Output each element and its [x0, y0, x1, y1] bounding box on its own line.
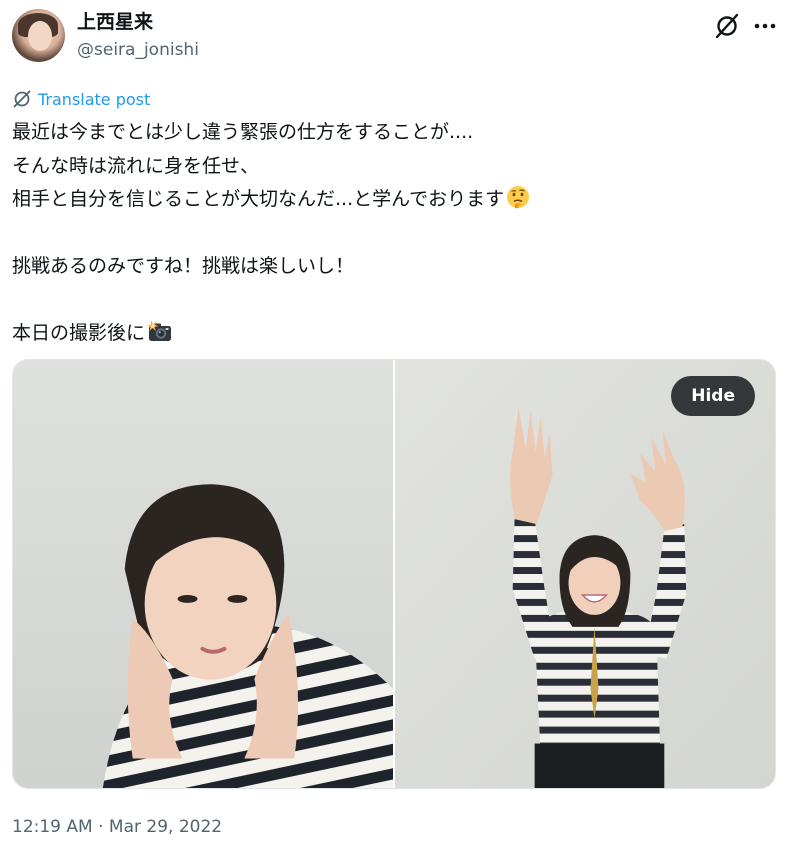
tweet-line: 相手と自分を信じることが大切なんだ...と学んでおります: [12, 183, 782, 217]
translate-post-link[interactable]: Translate post: [12, 86, 150, 112]
photo-right[interactable]: Hide: [395, 360, 775, 788]
author-display-name[interactable]: 上西星来: [77, 9, 153, 35]
post-timestamp[interactable]: 12:19 AM · Mar 29, 2022: [12, 814, 222, 840]
translate-icon: [13, 90, 31, 108]
tweet-line: 最近は今までとは少し違う緊張の仕方をすることが....: [12, 121, 474, 143]
avatar[interactable]: [12, 9, 65, 62]
grok-icon[interactable]: [713, 12, 741, 40]
tweet-line: 挑戦あるのみですね！挑戦は楽しいし！: [12, 255, 355, 277]
translate-label: Translate post: [38, 89, 151, 109]
tweet-line-text: 本日の撮影後に: [12, 322, 146, 344]
hide-media-button[interactable]: Hide: [671, 376, 755, 416]
tweet-line: [12, 284, 782, 318]
tweet-line: [12, 217, 782, 251]
thinking-face-emoji: [506, 185, 530, 221]
camera-flash-emoji: [147, 319, 173, 355]
author-handle[interactable]: @seira_jonishi: [77, 38, 199, 62]
avatar-face: [28, 21, 52, 51]
photo-arms-raised-smiling: [395, 360, 775, 788]
media-grid: Hide: [12, 359, 776, 789]
photo-portrait-hands-on-cheeks: [13, 360, 393, 788]
tweet-text: 最近は今までとは少し違う緊張の仕方をすることが.... そんな時は流れに身を任せ…: [12, 116, 782, 351]
tweet-line: 本日の撮影後に: [12, 317, 782, 351]
tweet-line-text: 相手と自分を信じることが大切なんだ...と学んでおります: [12, 188, 505, 210]
more-dots-icon[interactable]: [751, 12, 779, 40]
tweet-line: そんな時は流れに身を任せ、: [12, 154, 260, 177]
photo-left[interactable]: [13, 360, 393, 788]
